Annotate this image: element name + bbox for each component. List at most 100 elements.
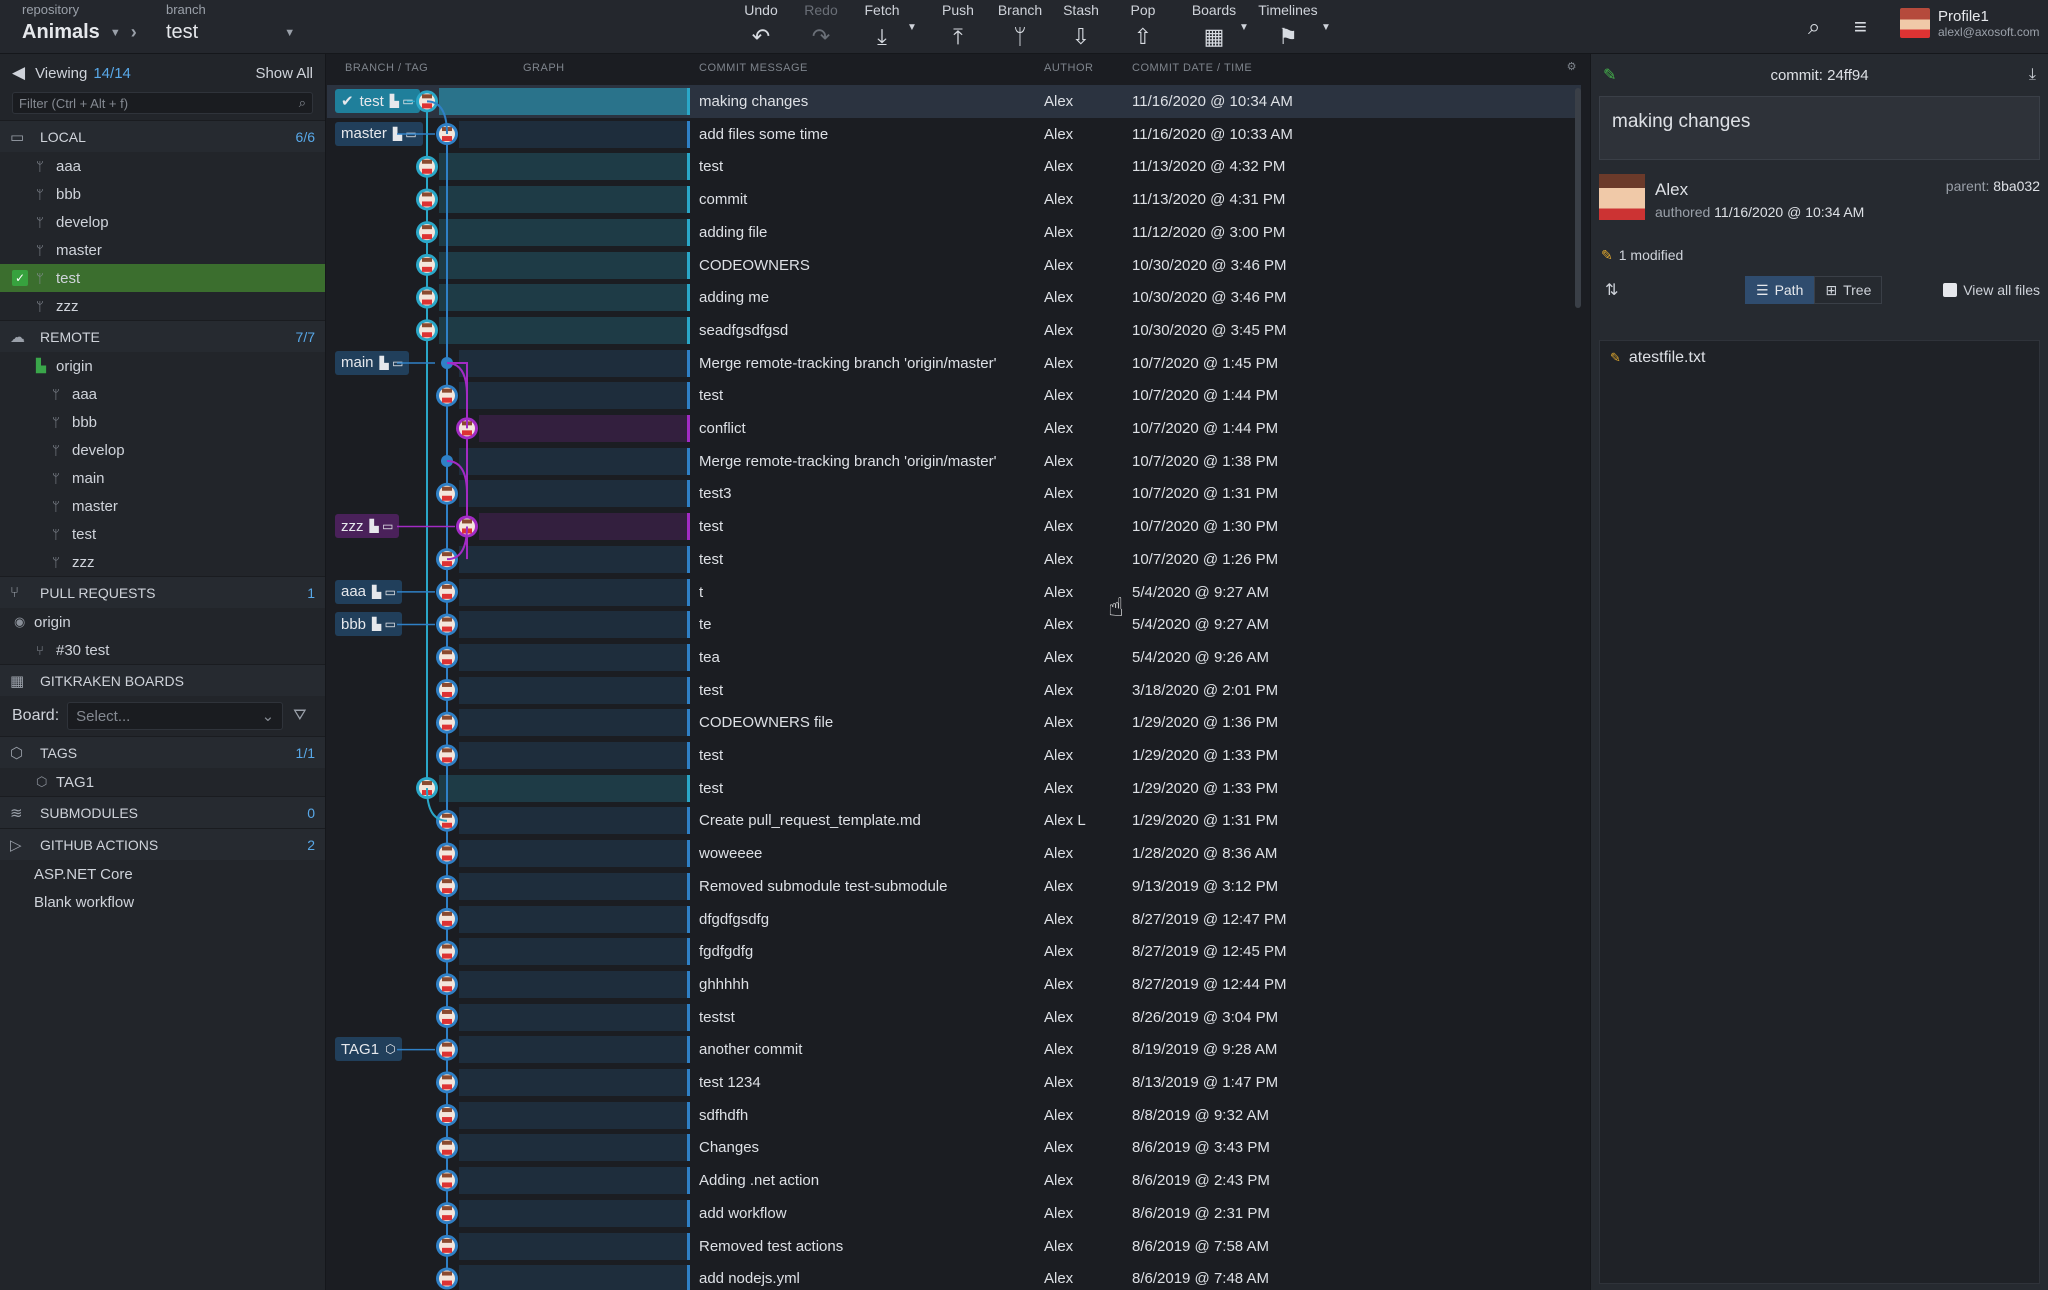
commit-author: Alex (1044, 289, 1074, 307)
branch-item[interactable]: ᛘ bbb (0, 408, 325, 436)
parent-sha[interactable]: 8ba032 (1993, 178, 2040, 194)
section-remote[interactable]: ☁ REMOTE 7/7 (0, 320, 325, 352)
section-boards[interactable]: ▦ GITKRAKEN BOARDS (0, 664, 325, 696)
branch-label: Branch (997, 2, 1043, 18)
branch-item[interactable]: ᛘ aaa (0, 152, 325, 180)
branch-item[interactable]: ✓ ᛘ test (0, 264, 325, 292)
file-view-tools: ⇅ ☰ Path ⊞ Tree View all files (1591, 270, 2048, 310)
stash-button[interactable]: Stash ⇩ (1050, 2, 1112, 50)
avatar-hair (442, 1075, 452, 1080)
commit-date: 11/16/2020 @ 10:33 AM (1132, 125, 1293, 143)
commit-author: Alex (1044, 125, 1074, 143)
view-all-files-checkbox[interactable]: View all files (1943, 282, 2040, 298)
checkbox[interactable] (1943, 283, 1958, 297)
chevron-down-icon[interactable]: ▼ (1239, 22, 1249, 33)
download-icon[interactable]: ⤓ (2029, 66, 2036, 84)
show-all-button[interactable]: Show All (255, 65, 313, 82)
branch-name: test (166, 21, 199, 43)
filter-input[interactable]: Filter (Ctrl + Alt + f) ⌕ (12, 92, 313, 114)
path-view-button[interactable]: ☰ Path (1745, 276, 1815, 304)
search-icon[interactable]: ⌕ (1808, 14, 1820, 40)
tree-view-button[interactable]: ⊞ Tree (1814, 276, 1883, 304)
commit-message: Create pull_request_template.md (699, 812, 921, 830)
action-item[interactable]: ASP.NET Core (0, 860, 325, 888)
gear-icon[interactable]: ⚙ (1567, 60, 1577, 73)
commit-message: Merge remote-tracking branch 'origin/mas… (699, 354, 997, 372)
tag-icon: ⬡ (10, 744, 24, 762)
section-count: 1/1 (295, 744, 315, 761)
section-pull-requests[interactable]: ⑂ PULL REQUESTS 1 (0, 576, 325, 608)
branch-item[interactable]: ᛘ zzz (0, 548, 325, 576)
boards-button[interactable]: Boards ▦ (1183, 2, 1245, 50)
cloud-icon: ☁ (10, 328, 25, 346)
avatar-hair (422, 290, 432, 295)
section-github-actions[interactable]: ▷ GITHUB ACTIONS 2 (0, 828, 325, 860)
commit-date: 8/8/2019 @ 9:32 AM (1132, 1106, 1269, 1124)
left-panel: ◀ Viewing 14/14 Show All Filter (Ctrl + … (0, 54, 326, 1290)
file-item[interactable]: ✎ atestfile.txt (1600, 341, 2039, 375)
section-title: GITKRAKEN BOARDS (40, 672, 184, 689)
menu-icon[interactable]: ≡ (1854, 14, 1867, 40)
commit-author: Alex (1044, 681, 1074, 699)
chevron-down-icon[interactable]: ▼ (907, 22, 917, 33)
pr-remote-origin[interactable]: ◉ origin (0, 608, 325, 636)
branch-icon: ᛘ (36, 186, 44, 202)
remote-origin[interactable]: ▙ origin (0, 352, 325, 380)
branch-item[interactable]: ᛘ develop (0, 208, 325, 236)
avatar-shirt (442, 136, 452, 142)
avatar-shirt (442, 659, 452, 665)
section-submodules[interactable]: ≋ SUBMODULES 0 (0, 796, 325, 828)
branch-button[interactable]: Branch ᛘ (989, 2, 1051, 50)
pull-request-label: #30 test (56, 641, 110, 659)
avatar-hair (442, 650, 452, 655)
pull-request-item[interactable]: ⑂ #30 test (0, 636, 325, 664)
commit-author: Alex (1044, 191, 1074, 209)
commit-author: Alex (1044, 583, 1074, 601)
toolbar: repository Animals ▼ › branch test ▼ Undo ↶ R… (0, 0, 2048, 54)
scrollbar[interactable] (1575, 88, 1581, 308)
chevron-down-icon: ⌄ (261, 708, 275, 725)
branch-item[interactable]: ᛘ zzz (0, 292, 325, 320)
fetch-button[interactable]: Fetch ⤓ (851, 2, 913, 50)
commit-date: 9/13/2019 @ 3:12 PM (1132, 877, 1279, 895)
remote-name: origin (56, 357, 93, 375)
avatar-shirt (442, 593, 452, 599)
board-select[interactable]: Select... ⌄ (67, 702, 284, 730)
avatar-shirt (442, 822, 452, 828)
branch-item[interactable]: ᛘ bbb (0, 180, 325, 208)
back-icon[interactable]: ◀ (12, 63, 25, 83)
laptop-icon: ▭ (10, 128, 25, 146)
filter-icon[interactable]: ⛛ (293, 707, 306, 725)
tag-item[interactable]: ⬡ TAG1 (0, 768, 325, 796)
sort-icon[interactable]: ⇅ (1605, 280, 1618, 300)
fetch-label: Fetch (864, 2, 900, 18)
branch-item[interactable]: ᛘ aaa (0, 380, 325, 408)
avatar-shirt (442, 920, 452, 926)
commit-message-box[interactable]: making changes (1599, 96, 2040, 160)
pop-button[interactable]: Pop ⇧ (1112, 2, 1174, 50)
push-button[interactable]: Push ⤒ (927, 2, 989, 50)
branch-item[interactable]: ᛘ master (0, 236, 325, 264)
profile-menu[interactable]: Profile1 alexl@axosoft.com (1900, 8, 2040, 39)
avatar-shirt (422, 299, 432, 305)
branch-item[interactable]: ᛘ main (0, 464, 325, 492)
avatar-shirt (442, 1215, 452, 1221)
timelines-button[interactable]: Timelines ⚑ (1257, 2, 1319, 50)
avatar-hair (442, 1173, 452, 1178)
section-tags[interactable]: ⬡ TAGS 1/1 (0, 736, 325, 768)
undo-button[interactable]: Undo ↶ (730, 2, 792, 50)
repository-selector[interactable]: repository Animals ▼ › (22, 2, 137, 44)
avatar-hair (422, 257, 432, 262)
section-local[interactable]: ▭ LOCAL 6/6 (0, 120, 325, 152)
avatar-hair (442, 682, 452, 687)
action-item[interactable]: Blank workflow (0, 888, 325, 916)
branch-item[interactable]: ᛘ develop (0, 436, 325, 464)
branch-item[interactable]: ᛘ master (0, 492, 325, 520)
branch-item[interactable]: ᛘ test (0, 520, 325, 548)
edit-commit-icon[interactable]: ✎ (1603, 65, 1616, 85)
redo-button[interactable]: Redo ↷ (790, 2, 852, 50)
avatar-hair (442, 715, 452, 720)
chevron-down-icon[interactable]: ▼ (1321, 22, 1331, 33)
branch-selector[interactable]: branch test ▼ (166, 2, 295, 44)
avatar-shirt (442, 1051, 452, 1057)
